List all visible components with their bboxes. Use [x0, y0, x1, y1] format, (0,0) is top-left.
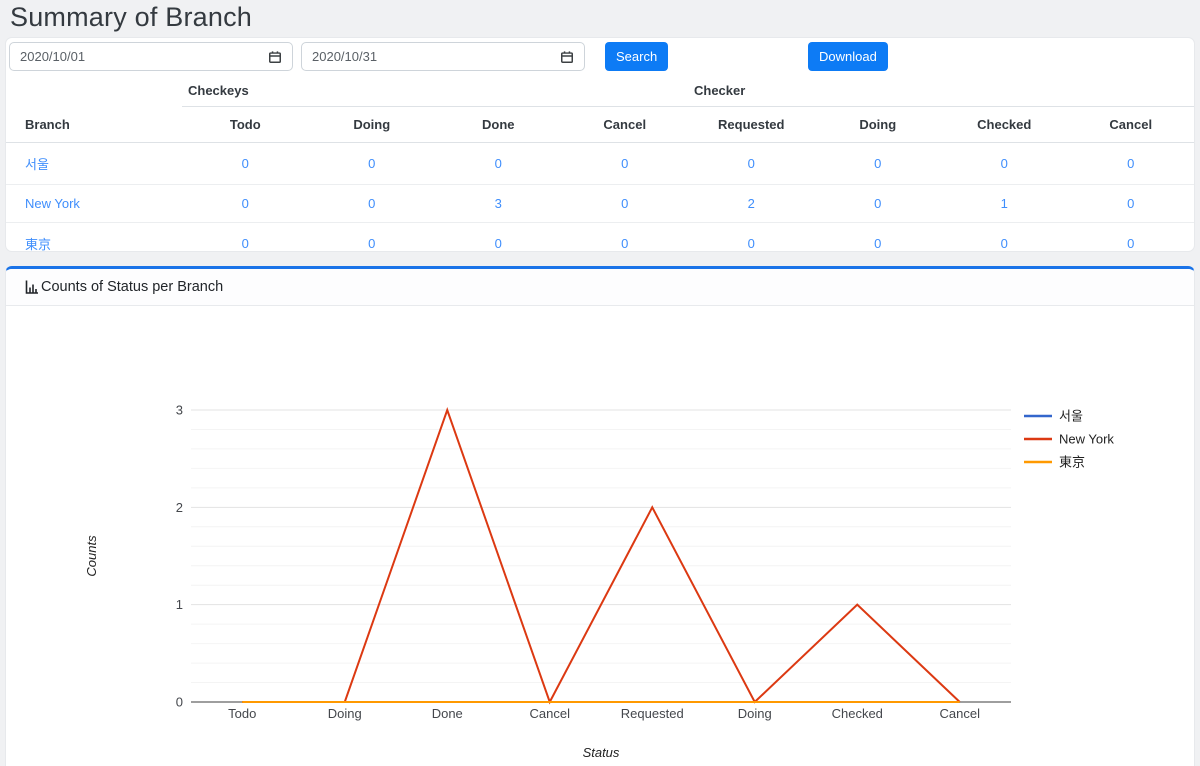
column-header-cancel: Cancel — [562, 107, 689, 143]
x-category-label: Checked — [832, 706, 883, 721]
chart-title: Counts of Status per Branch — [41, 279, 223, 295]
x-category-label: Requested — [621, 706, 684, 721]
count-link[interactable]: 0 — [874, 156, 881, 171]
count-link[interactable]: 3 — [495, 196, 502, 211]
column-header-todo: Todo — [182, 107, 309, 143]
count-link[interactable]: 0 — [495, 236, 502, 251]
count-link[interactable]: 2 — [748, 196, 755, 211]
count-link[interactable]: 0 — [748, 156, 755, 171]
x-category-label: Cancel — [530, 706, 571, 721]
column-header-requested: Requested — [688, 107, 815, 143]
count-link[interactable]: 0 — [874, 236, 881, 251]
legend-label: 東京 — [1059, 455, 1085, 470]
count-link[interactable]: 0 — [1127, 236, 1134, 251]
count-link[interactable]: 0 — [368, 156, 375, 171]
table-row: 東京 0 0 0 0 0 0 0 0 — [6, 223, 1194, 253]
branch-column-header: Branch — [6, 76, 182, 143]
legend-label: 서울 — [1059, 409, 1083, 424]
column-header-doing: Doing — [309, 107, 436, 143]
count-link[interactable]: 0 — [1127, 196, 1134, 211]
count-link[interactable]: 0 — [368, 236, 375, 251]
count-link[interactable]: 1 — [1001, 196, 1008, 211]
y-tick-label: 0 — [176, 695, 183, 710]
x-axis-title: Status — [583, 745, 620, 760]
count-link[interactable]: 0 — [621, 156, 628, 171]
count-link[interactable]: 0 — [1127, 156, 1134, 171]
count-link[interactable]: 0 — [1001, 236, 1008, 251]
calendar-icon[interactable] — [560, 50, 574, 64]
branch-summary-table: Branch Checkeys Checker Todo Doing Done … — [6, 76, 1194, 252]
x-category-label: Doing — [328, 706, 362, 721]
download-button[interactable]: Download — [808, 42, 888, 71]
x-category-label: Done — [432, 706, 463, 721]
count-link[interactable]: 0 — [1001, 156, 1008, 171]
calendar-icon[interactable] — [268, 50, 282, 64]
search-button[interactable]: Search — [605, 42, 668, 71]
count-link[interactable]: 0 — [621, 236, 628, 251]
count-link[interactable]: 0 — [621, 196, 628, 211]
table-row: 서울 0 0 0 0 0 0 0 0 — [6, 143, 1194, 185]
end-date-input[interactable]: 2020/10/31 — [301, 42, 585, 71]
chart-body: 0 1 2 3 Todo Doing Done Cancel Requested Doing Che… — [6, 306, 1194, 766]
x-category-label: Cancel — [940, 706, 981, 721]
checkeys-group-header: Checkeys — [182, 76, 688, 107]
start-date-value: 2020/10/01 — [20, 49, 85, 64]
y-axis-title: Counts — [84, 535, 99, 577]
x-category-label: Todo — [228, 706, 256, 721]
page-title: Summary of Branch — [0, 0, 1200, 33]
column-header-doing2: Doing — [815, 107, 942, 143]
count-link[interactable]: 0 — [874, 196, 881, 211]
end-date-value: 2020/10/31 — [312, 49, 377, 64]
status-line-chart: 0 1 2 3 Todo Doing Done Cancel Requested Doing Che… — [6, 306, 1195, 766]
bar-chart-icon — [24, 279, 40, 295]
y-tick-label: 2 — [176, 500, 183, 515]
chart-card-header: Counts of Status per Branch — [6, 269, 1194, 306]
count-link[interactable]: 0 — [495, 156, 502, 171]
count-link[interactable]: 0 — [242, 236, 249, 251]
count-link[interactable]: 0 — [242, 196, 249, 211]
checker-group-header: Checker — [688, 76, 1194, 107]
count-link[interactable]: 0 — [368, 196, 375, 211]
column-header-row: Todo Doing Done Cancel Requested Doing C… — [6, 107, 1194, 143]
x-category-label: Doing — [738, 706, 772, 721]
branch-link[interactable]: 서울 — [25, 157, 49, 172]
branch-link[interactable]: New York — [25, 196, 80, 211]
table-row: New York 0 0 3 0 2 0 1 0 — [6, 185, 1194, 223]
summary-card: 2020/10/01 2020/10/31 Search Download Br… — [5, 37, 1195, 252]
series-line — [242, 410, 960, 702]
branch-link[interactable]: 東京 — [25, 237, 51, 252]
chart-card: Counts of Status per Branch 0 1 2 3 Todo Doin… — [5, 266, 1195, 766]
column-header-done: Done — [435, 107, 562, 143]
y-tick-label: 1 — [176, 597, 183, 612]
count-link[interactable]: 0 — [242, 156, 249, 171]
start-date-input[interactable]: 2020/10/01 — [9, 42, 293, 71]
y-tick-label: 3 — [176, 403, 183, 418]
column-header-cancel2: Cancel — [1068, 107, 1195, 143]
column-header-checked: Checked — [941, 107, 1068, 143]
group-header-row: Branch Checkeys Checker — [6, 76, 1194, 107]
count-link[interactable]: 0 — [748, 236, 755, 251]
legend-label: New York — [1059, 432, 1114, 447]
